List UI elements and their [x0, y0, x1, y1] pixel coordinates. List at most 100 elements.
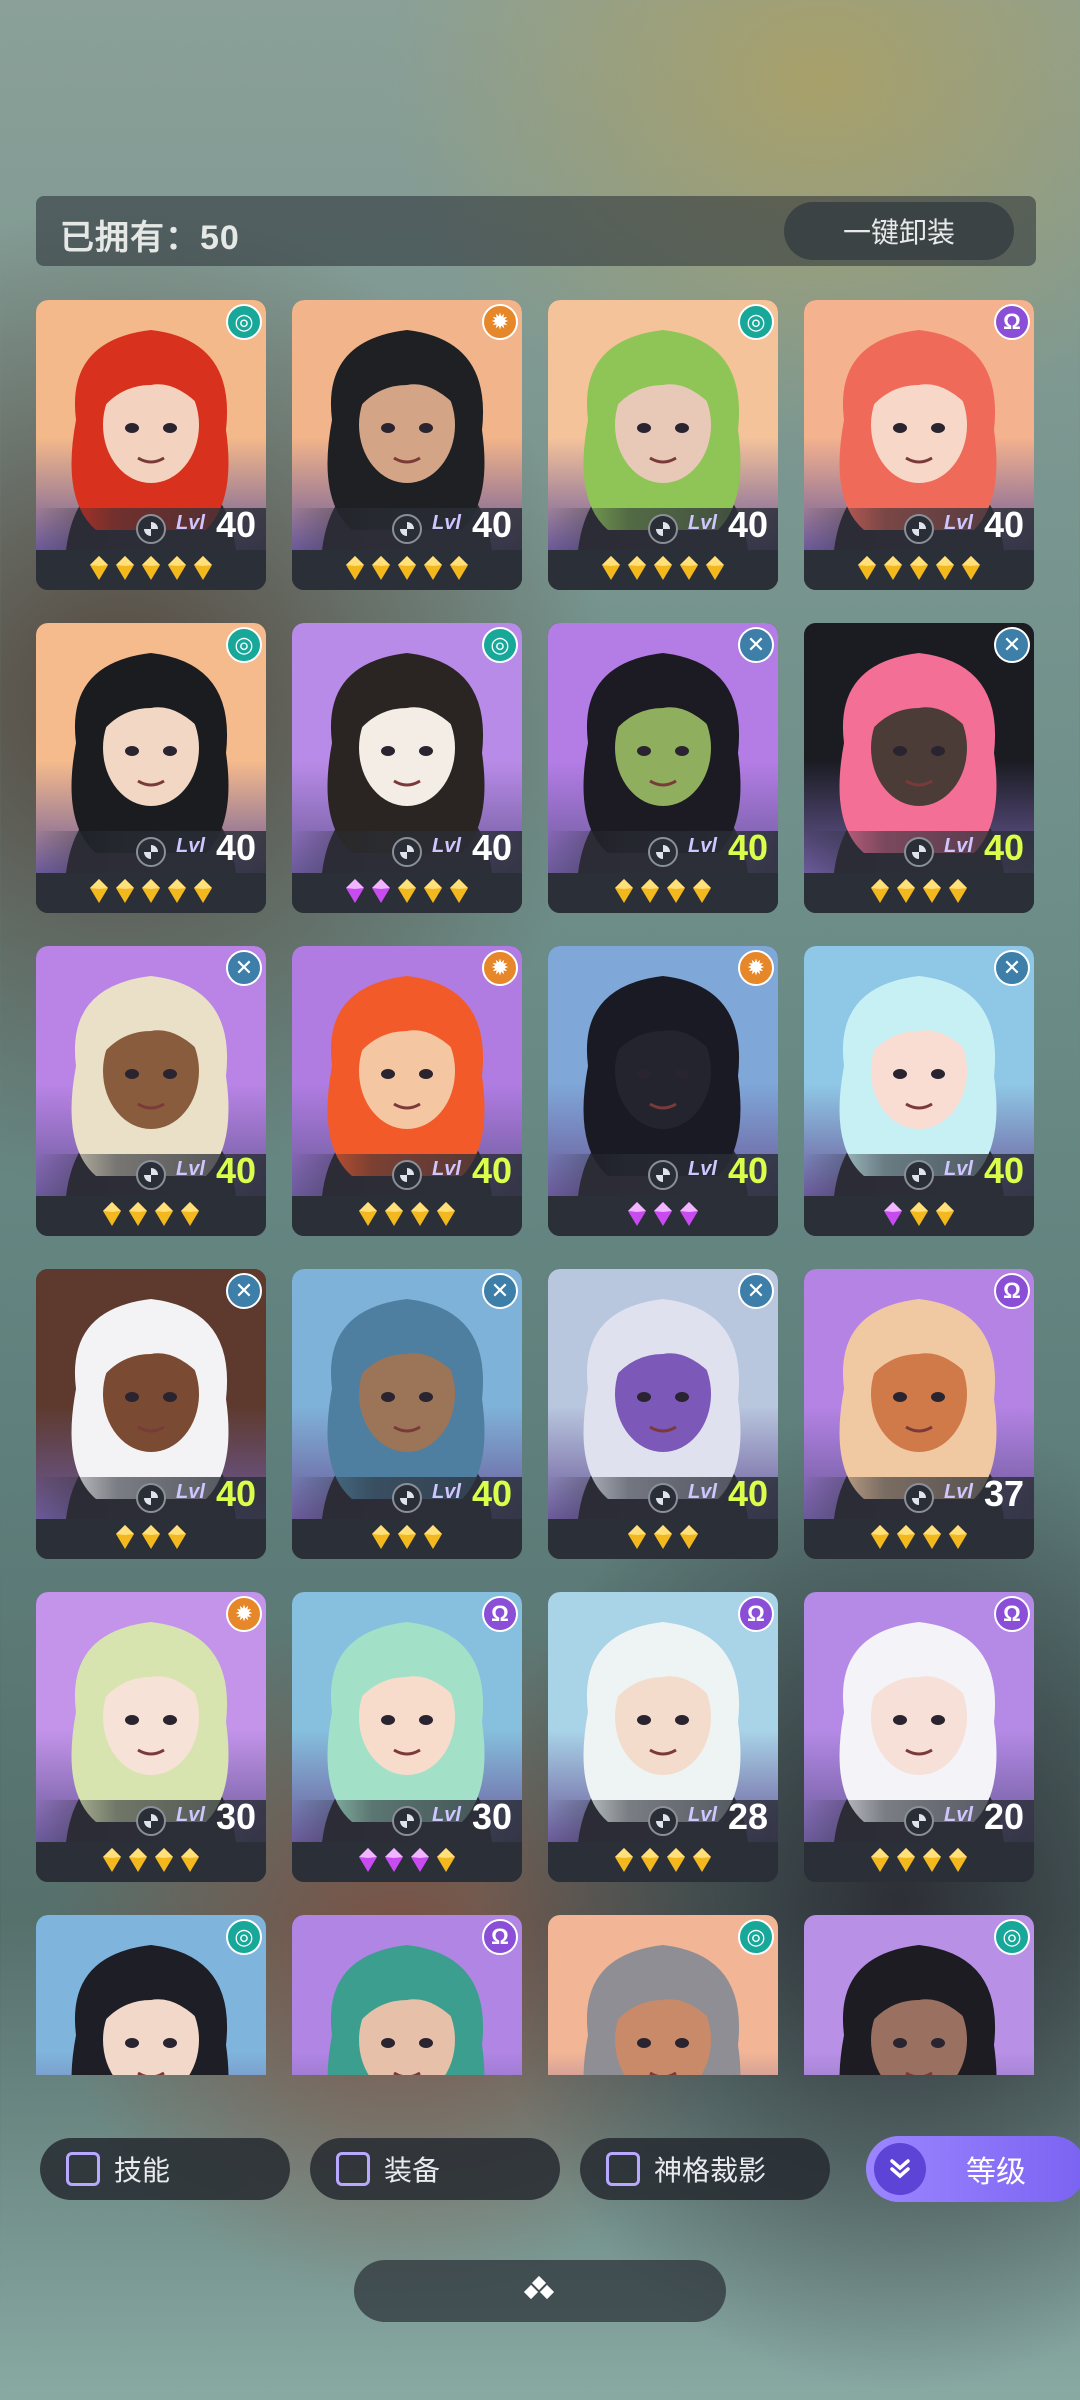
purple-star-icon [627, 1201, 647, 1232]
star-rating [292, 1842, 522, 1882]
level-value: 20 [984, 1796, 1025, 1837]
level-value: 37 [984, 1473, 1025, 1514]
checkbox-icon[interactable] [336, 2152, 370, 2186]
character-card[interactable]: Ω Lvl 28 [548, 1592, 778, 1882]
level-badge-icon [392, 1160, 422, 1190]
gold-star-icon [679, 1524, 699, 1555]
gold-star-icon [141, 555, 161, 586]
gold-star-icon [115, 555, 135, 586]
level-value: 40 [216, 1150, 257, 1191]
swirl-icon: ◎ [226, 1919, 262, 1955]
character-card[interactable]: ✕ Lvl 40 [804, 946, 1034, 1236]
omega-icon: Ω [994, 1273, 1030, 1309]
level-label: Lvl [944, 1158, 973, 1180]
filter-equipment[interactable]: 装备 [310, 2138, 560, 2200]
gold-star-icon [423, 555, 443, 586]
gold-star-icon [870, 1524, 890, 1555]
level-label: Lvl [176, 1804, 205, 1826]
gold-star-icon [948, 878, 968, 909]
level-value: 40 [984, 827, 1025, 868]
level-badge-icon [136, 837, 166, 867]
purple-star-icon [883, 1201, 903, 1232]
gold-star-icon [89, 555, 109, 586]
star-rating [804, 550, 1034, 590]
character-card[interactable]: ✹ Lvl 40 [292, 300, 522, 590]
purple-star-icon [345, 878, 365, 909]
sun-icon: ✹ [738, 950, 774, 986]
character-card[interactable]: Ω [292, 1915, 522, 2075]
character-card[interactable]: Ω Lvl 30 [292, 1592, 522, 1882]
level-value: 40 [472, 504, 513, 545]
gold-star-icon [167, 1524, 187, 1555]
gold-star-icon [614, 1847, 634, 1878]
level-value: 40 [472, 827, 513, 868]
filter-label: 神格裁影 [654, 2155, 767, 2186]
character-card[interactable]: ✕ Lvl 40 [36, 946, 266, 1236]
level-label: Lvl [944, 512, 973, 534]
gold-star-icon [705, 555, 725, 586]
character-card[interactable]: ◎ [804, 1915, 1034, 2075]
purple-star-icon [371, 878, 391, 909]
gold-star-icon [180, 1847, 200, 1878]
filter-skill[interactable]: 技能 [40, 2138, 290, 2200]
checkbox-icon[interactable] [606, 2152, 640, 2186]
character-card[interactable]: ✹ Lvl 40 [292, 946, 522, 1236]
gold-star-icon [922, 878, 942, 909]
character-card[interactable]: ◎ [548, 1915, 778, 2075]
filter-label: 技能 [114, 2155, 171, 2186]
omega-icon: Ω [994, 304, 1030, 340]
gold-star-icon [614, 878, 634, 909]
purple-star-icon [679, 1201, 699, 1232]
star-rating [36, 1196, 266, 1236]
character-card[interactable]: ◎ Lvl 40 [292, 623, 522, 913]
gold-star-icon [692, 1847, 712, 1878]
character-card[interactable]: ✹ Lvl 30 [36, 1592, 266, 1882]
level-label: Lvl [688, 1481, 717, 1503]
checkbox-icon[interactable] [66, 2152, 100, 2186]
character-card[interactable]: ◎ [36, 1915, 266, 2075]
character-card[interactable]: ✕ Lvl 40 [548, 1269, 778, 1559]
gold-star-icon [167, 555, 187, 586]
swirl-icon: ◎ [482, 627, 518, 663]
character-card[interactable]: Ω Lvl 20 [804, 1592, 1034, 1882]
level-badge-icon [392, 1806, 422, 1836]
gold-star-icon [870, 878, 890, 909]
purple-star-icon [358, 1847, 378, 1878]
level-value: 28 [728, 1796, 769, 1837]
character-card[interactable]: ◎ Lvl 40 [36, 300, 266, 590]
character-card[interactable]: Ω Lvl 40 [804, 300, 1034, 590]
character-card[interactable]: Ω Lvl 37 [804, 1269, 1034, 1559]
level-value: 40 [472, 1473, 513, 1514]
gold-star-icon [679, 555, 699, 586]
gold-star-icon [102, 1201, 122, 1232]
level-label: Lvl [432, 1158, 461, 1180]
gold-star-icon [909, 555, 929, 586]
owned-header-bar: 已拥有：50 一键卸装 [36, 196, 1036, 266]
character-card[interactable]: ✕ Lvl 40 [804, 623, 1034, 913]
gold-star-icon [180, 1201, 200, 1232]
level-badge-icon [648, 1806, 678, 1836]
filter-divinity[interactable]: 神格裁影 [580, 2138, 830, 2200]
level-badge-icon [136, 1160, 166, 1190]
level-label: Lvl [944, 835, 973, 857]
sort-label: 等级 [966, 2156, 1026, 2189]
gold-star-icon [449, 878, 469, 909]
character-card[interactable]: ✕ Lvl 40 [36, 1269, 266, 1559]
gold-star-icon [423, 878, 443, 909]
level-badge-icon [904, 1806, 934, 1836]
character-card[interactable]: ✹ Lvl 40 [548, 946, 778, 1236]
level-label: Lvl [176, 835, 205, 857]
level-badge-icon [904, 514, 934, 544]
level-value: 40 [472, 1150, 513, 1191]
one-click-unequip-button[interactable]: 一键卸装 [784, 202, 1014, 260]
sort-level-button[interactable]: 等级 [866, 2136, 1080, 2202]
filter-bar: 技能 装备 神格裁影 等级 [40, 2136, 1080, 2202]
character-card[interactable]: ◎ Lvl 40 [548, 300, 778, 590]
character-card[interactable]: ✕ Lvl 40 [292, 1269, 522, 1559]
gold-star-icon [193, 555, 213, 586]
star-rating [36, 873, 266, 913]
character-card[interactable]: ✕ Lvl 40 [548, 623, 778, 913]
character-card[interactable]: ◎ Lvl 40 [36, 623, 266, 913]
star-rating [804, 1196, 1034, 1236]
collapse-panel-button[interactable] [354, 2260, 726, 2322]
